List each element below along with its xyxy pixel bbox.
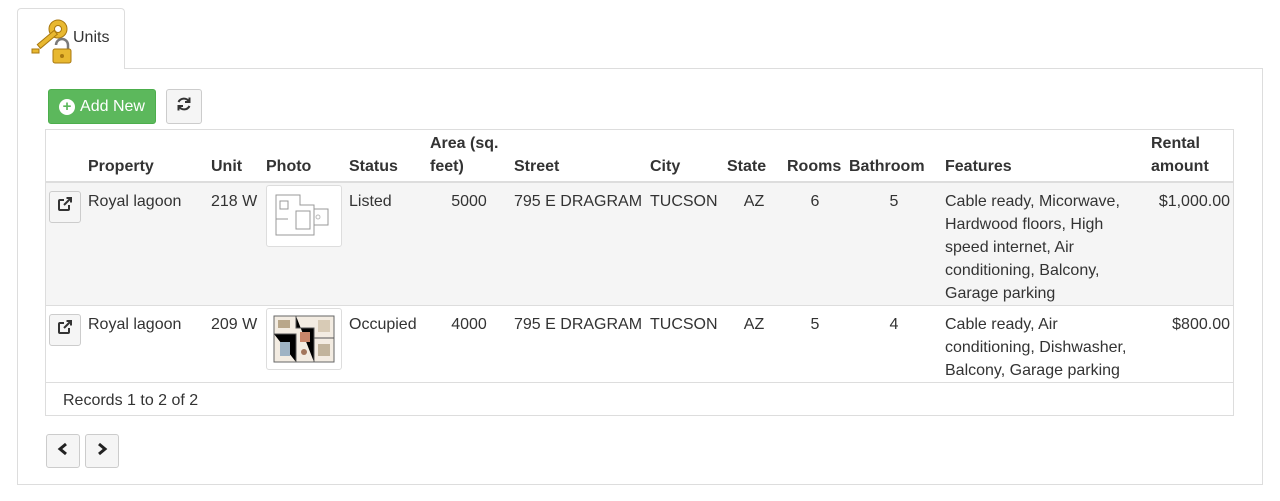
cell-street: 795 E DRAGRAM (511, 182, 647, 306)
add-new-button[interactable]: + Add New (48, 89, 156, 124)
cell-property: Royal lagoon (85, 182, 208, 306)
refresh-icon (176, 96, 192, 117)
column-header-rental-amount[interactable]: Rental amount (1148, 130, 1233, 183)
cell-unit: 209 W (208, 305, 263, 383)
cell-bathroom: 5 (846, 182, 942, 306)
column-header-area[interactable]: Area (sq. feet) (427, 130, 511, 183)
cell-rooms: 6 (784, 182, 846, 306)
open-record-button[interactable] (49, 191, 81, 223)
column-header-property[interactable]: Property (85, 130, 208, 183)
external-link-icon (57, 319, 73, 342)
cell-city: TUCSON (647, 305, 724, 383)
open-record-button[interactable] (49, 314, 81, 346)
column-header-unit[interactable]: Unit (208, 130, 263, 183)
cell-rental-amount: $800.00 (1148, 305, 1233, 383)
column-header (46, 130, 85, 183)
column-header-bathroom[interactable]: Bathroom (846, 130, 942, 183)
tab-units[interactable]: Units (17, 8, 125, 69)
column-header-photo[interactable]: Photo (263, 130, 346, 183)
keys-lock-icon (28, 17, 74, 65)
next-page-button[interactable] (85, 434, 119, 468)
cell-state: AZ (724, 182, 784, 306)
units-table: Property Unit Photo Status Area (sq. fee… (45, 129, 1234, 416)
cell-status: Occupied (346, 305, 427, 383)
cell-rooms: 5 (784, 305, 846, 383)
table-header-row: Property Unit Photo Status Area (sq. fee… (46, 130, 1233, 183)
column-header-street[interactable]: Street (511, 130, 647, 183)
cell-features: Cable ready, Micorwave, Hardwood floors,… (942, 182, 1148, 306)
tab-label: Units (73, 29, 110, 46)
cell-area: 4000 (427, 305, 511, 383)
chevron-left-icon (57, 442, 69, 461)
cell-property: Royal lagoon (85, 305, 208, 383)
chevron-right-icon (96, 442, 108, 461)
column-header-city[interactable]: City (647, 130, 724, 183)
cell-state: AZ (724, 305, 784, 383)
cell-city: TUCSON (647, 182, 724, 306)
cell-rental-amount: $1,000.00 (1148, 182, 1233, 306)
column-header-state[interactable]: State (724, 130, 784, 183)
cell-status: Listed (346, 182, 427, 306)
column-header-features[interactable]: Features (942, 130, 1148, 183)
table-row[interactable]: Royal lagoon 209 W Occupied 4000 795 E D… (46, 305, 1233, 383)
cell-area: 5000 (427, 182, 511, 306)
floor-plan-thumbnail[interactable] (266, 185, 342, 247)
external-link-icon (57, 196, 73, 219)
add-new-label: Add New (80, 97, 145, 115)
records-count: Records 1 to 2 of 2 (63, 392, 199, 409)
previous-page-button[interactable] (46, 434, 80, 468)
column-header-rooms[interactable]: Rooms (784, 130, 846, 183)
refresh-button[interactable] (166, 89, 202, 124)
cell-features: Cable ready, Air conditioning, Dishwashe… (942, 305, 1148, 383)
floor-plan-thumbnail[interactable] (266, 308, 342, 370)
cell-unit: 218 W (208, 182, 263, 306)
cell-street: 795 E DRAGRAM (511, 305, 647, 383)
cell-bathroom: 4 (846, 305, 942, 383)
table-row[interactable]: Royal lagoon 218 W Listed 5000 795 E DRA… (46, 182, 1233, 306)
plus-circle-icon: + (59, 98, 76, 115)
column-header-status[interactable]: Status (346, 130, 427, 183)
